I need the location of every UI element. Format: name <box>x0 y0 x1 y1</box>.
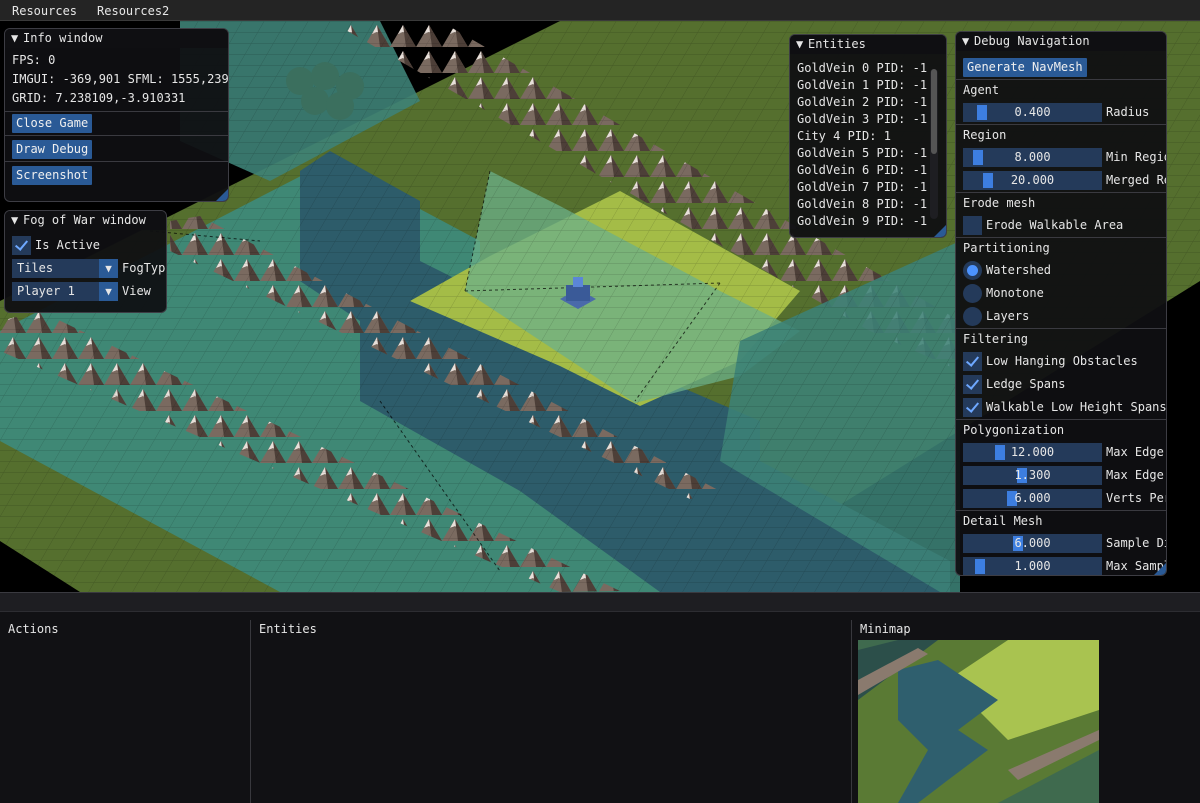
minimap-title: Minimap <box>860 622 911 636</box>
min-region-label: Min Regio <box>1106 150 1167 164</box>
entities-window-title[interactable]: ▼ Entities <box>790 35 946 54</box>
chevron-down-icon: ▼ <box>99 282 118 301</box>
verts-per-poly-label: Verts Per <box>1106 491 1167 505</box>
is-active-checkbox[interactable] <box>12 236 31 255</box>
ledge-spans-label: Ledge Spans <box>986 377 1066 391</box>
sample-distance-label: Sample Di <box>1106 536 1167 550</box>
list-item[interactable]: GoldVein 6 PID: -1 <box>790 162 946 179</box>
debug-navigation-window[interactable]: ▼ Debug Navigation Generate NavMesh Agent… <box>955 31 1167 576</box>
fog-window-title[interactable]: ▼ Fog of War window <box>5 211 166 230</box>
layers-radio[interactable] <box>963 307 982 326</box>
layers-label: Layers <box>986 309 1030 323</box>
watershed-radio[interactable] <box>963 261 982 280</box>
fog-of-war-window[interactable]: ▼ Fog of War window Is Active Tiles ▼ FogTy… <box>4 210 167 313</box>
list-item[interactable]: GoldVein 8 PID: -1 <box>790 196 946 213</box>
close-game-button[interactable]: Close Game <box>12 114 93 133</box>
max-edge-error-slider[interactable]: 1.300 <box>963 466 1102 485</box>
max-edge-len-slider[interactable]: 12.000 <box>963 443 1102 462</box>
coords-text: IMGUI: -369,901 SFML: 1555,239 <box>12 72 229 86</box>
actions-pane: Actions <box>0 620 251 803</box>
walkable-low-height-checkbox[interactable] <box>963 398 982 417</box>
grid-text: GRID: 7.238109,-3.910331 <box>12 91 186 105</box>
filtering-header: Filtering <box>963 332 1029 346</box>
scrollbar[interactable] <box>930 69 938 219</box>
list-item[interactable]: GoldVein 3 PID: -1 <box>790 111 946 128</box>
list-item[interactable]: GoldVein 2 PID: -1 <box>790 94 946 111</box>
merged-region-slider[interactable]: 20.000 <box>963 171 1102 190</box>
region-header: Region <box>963 128 1007 142</box>
resize-grip[interactable] <box>216 189 228 201</box>
polygonization-header: Polygonization <box>963 423 1065 437</box>
radius-label: Radius <box>1106 105 1150 119</box>
minimap[interactable] <box>858 640 1099 803</box>
fps-text: FPS: 0 <box>12 53 56 67</box>
max-edge-len-label: Max Edge <box>1106 445 1164 459</box>
entities-window[interactable]: ▼ Entities GoldVein 0 PID: -1 GoldVein 1 … <box>789 34 947 238</box>
erode-label: Erode Walkable Area <box>986 218 1124 232</box>
actions-title: Actions <box>8 622 59 636</box>
generate-navmesh-button[interactable]: Generate NavMesh <box>963 58 1087 77</box>
chevron-down-icon: ▼ <box>99 259 118 278</box>
menu-resources[interactable]: Resources <box>0 0 85 21</box>
list-item[interactable]: GoldVein 5 PID: -1 <box>790 145 946 162</box>
erode-checkbox[interactable] <box>963 216 982 235</box>
partitioning-header: Partitioning <box>963 241 1050 255</box>
watershed-label: Watershed <box>986 263 1052 277</box>
menu-resources2[interactable]: Resources2 <box>85 0 177 21</box>
list-item[interactable]: GoldVein 0 PID: -1 <box>790 60 946 77</box>
entities-pane: Entities <box>251 620 852 803</box>
scrollbar-thumb[interactable] <box>931 69 937 154</box>
screenshot-button[interactable]: Screenshot <box>12 166 93 185</box>
walkable-low-height-label: Walkable Low Height Spans <box>986 400 1167 414</box>
min-region-slider[interactable]: 8.000 <box>963 148 1102 167</box>
radius-slider[interactable]: 0.400 <box>963 103 1102 122</box>
max-edge-error-label: Max Edge <box>1106 468 1164 482</box>
resize-grip[interactable] <box>1154 563 1166 575</box>
fog-type-label: FogTyp <box>122 261 166 275</box>
info-window-title[interactable]: ▼ Info window <box>5 29 228 48</box>
bottom-panel-strip <box>0 592 1200 612</box>
view-label: View <box>122 284 151 298</box>
verts-per-poly-slider[interactable]: 6.000 <box>963 489 1102 508</box>
sample-distance-slider[interactable]: 6.000 <box>963 534 1102 553</box>
monotone-label: Monotone <box>986 286 1044 300</box>
list-item[interactable]: GoldVein 7 PID: -1 <box>790 179 946 196</box>
ledge-spans-checkbox[interactable] <box>963 375 982 394</box>
minimap-image <box>858 640 1099 803</box>
low-hanging-label: Low Hanging Obstacles <box>986 354 1138 368</box>
detail-mesh-header: Detail Mesh <box>963 514 1043 528</box>
monotone-radio[interactable] <box>963 284 982 303</box>
menu-bar: Resources Resources2 <box>0 0 1200 21</box>
max-sample-error-slider[interactable]: 1.000 <box>963 557 1102 575</box>
list-item[interactable]: GoldVein 9 PID: -1 <box>790 213 946 230</box>
merged-region-label: Merged Re <box>1106 173 1167 187</box>
list-item[interactable]: City 4 PID: 1 <box>790 128 946 145</box>
view-combo[interactable]: Player 1 ▼ <box>12 282 118 301</box>
low-hanging-checkbox[interactable] <box>963 352 982 371</box>
erode-header: Erode mesh <box>963 196 1036 210</box>
info-window[interactable]: ▼ Info window FPS: 0 IMGUI: -369,901 SFML… <box>4 28 229 202</box>
agent-header: Agent <box>963 83 1000 97</box>
resize-grip[interactable] <box>934 225 946 237</box>
entities-title: Entities <box>259 622 317 636</box>
draw-debug-button[interactable]: Draw Debug <box>12 140 93 159</box>
is-active-label: Is Active <box>35 238 101 252</box>
list-item[interactable]: GoldVein 1 PID: -1 <box>790 77 946 94</box>
fog-type-combo[interactable]: Tiles ▼ <box>12 259 118 278</box>
nav-window-title[interactable]: ▼ Debug Navigation <box>956 32 1166 51</box>
